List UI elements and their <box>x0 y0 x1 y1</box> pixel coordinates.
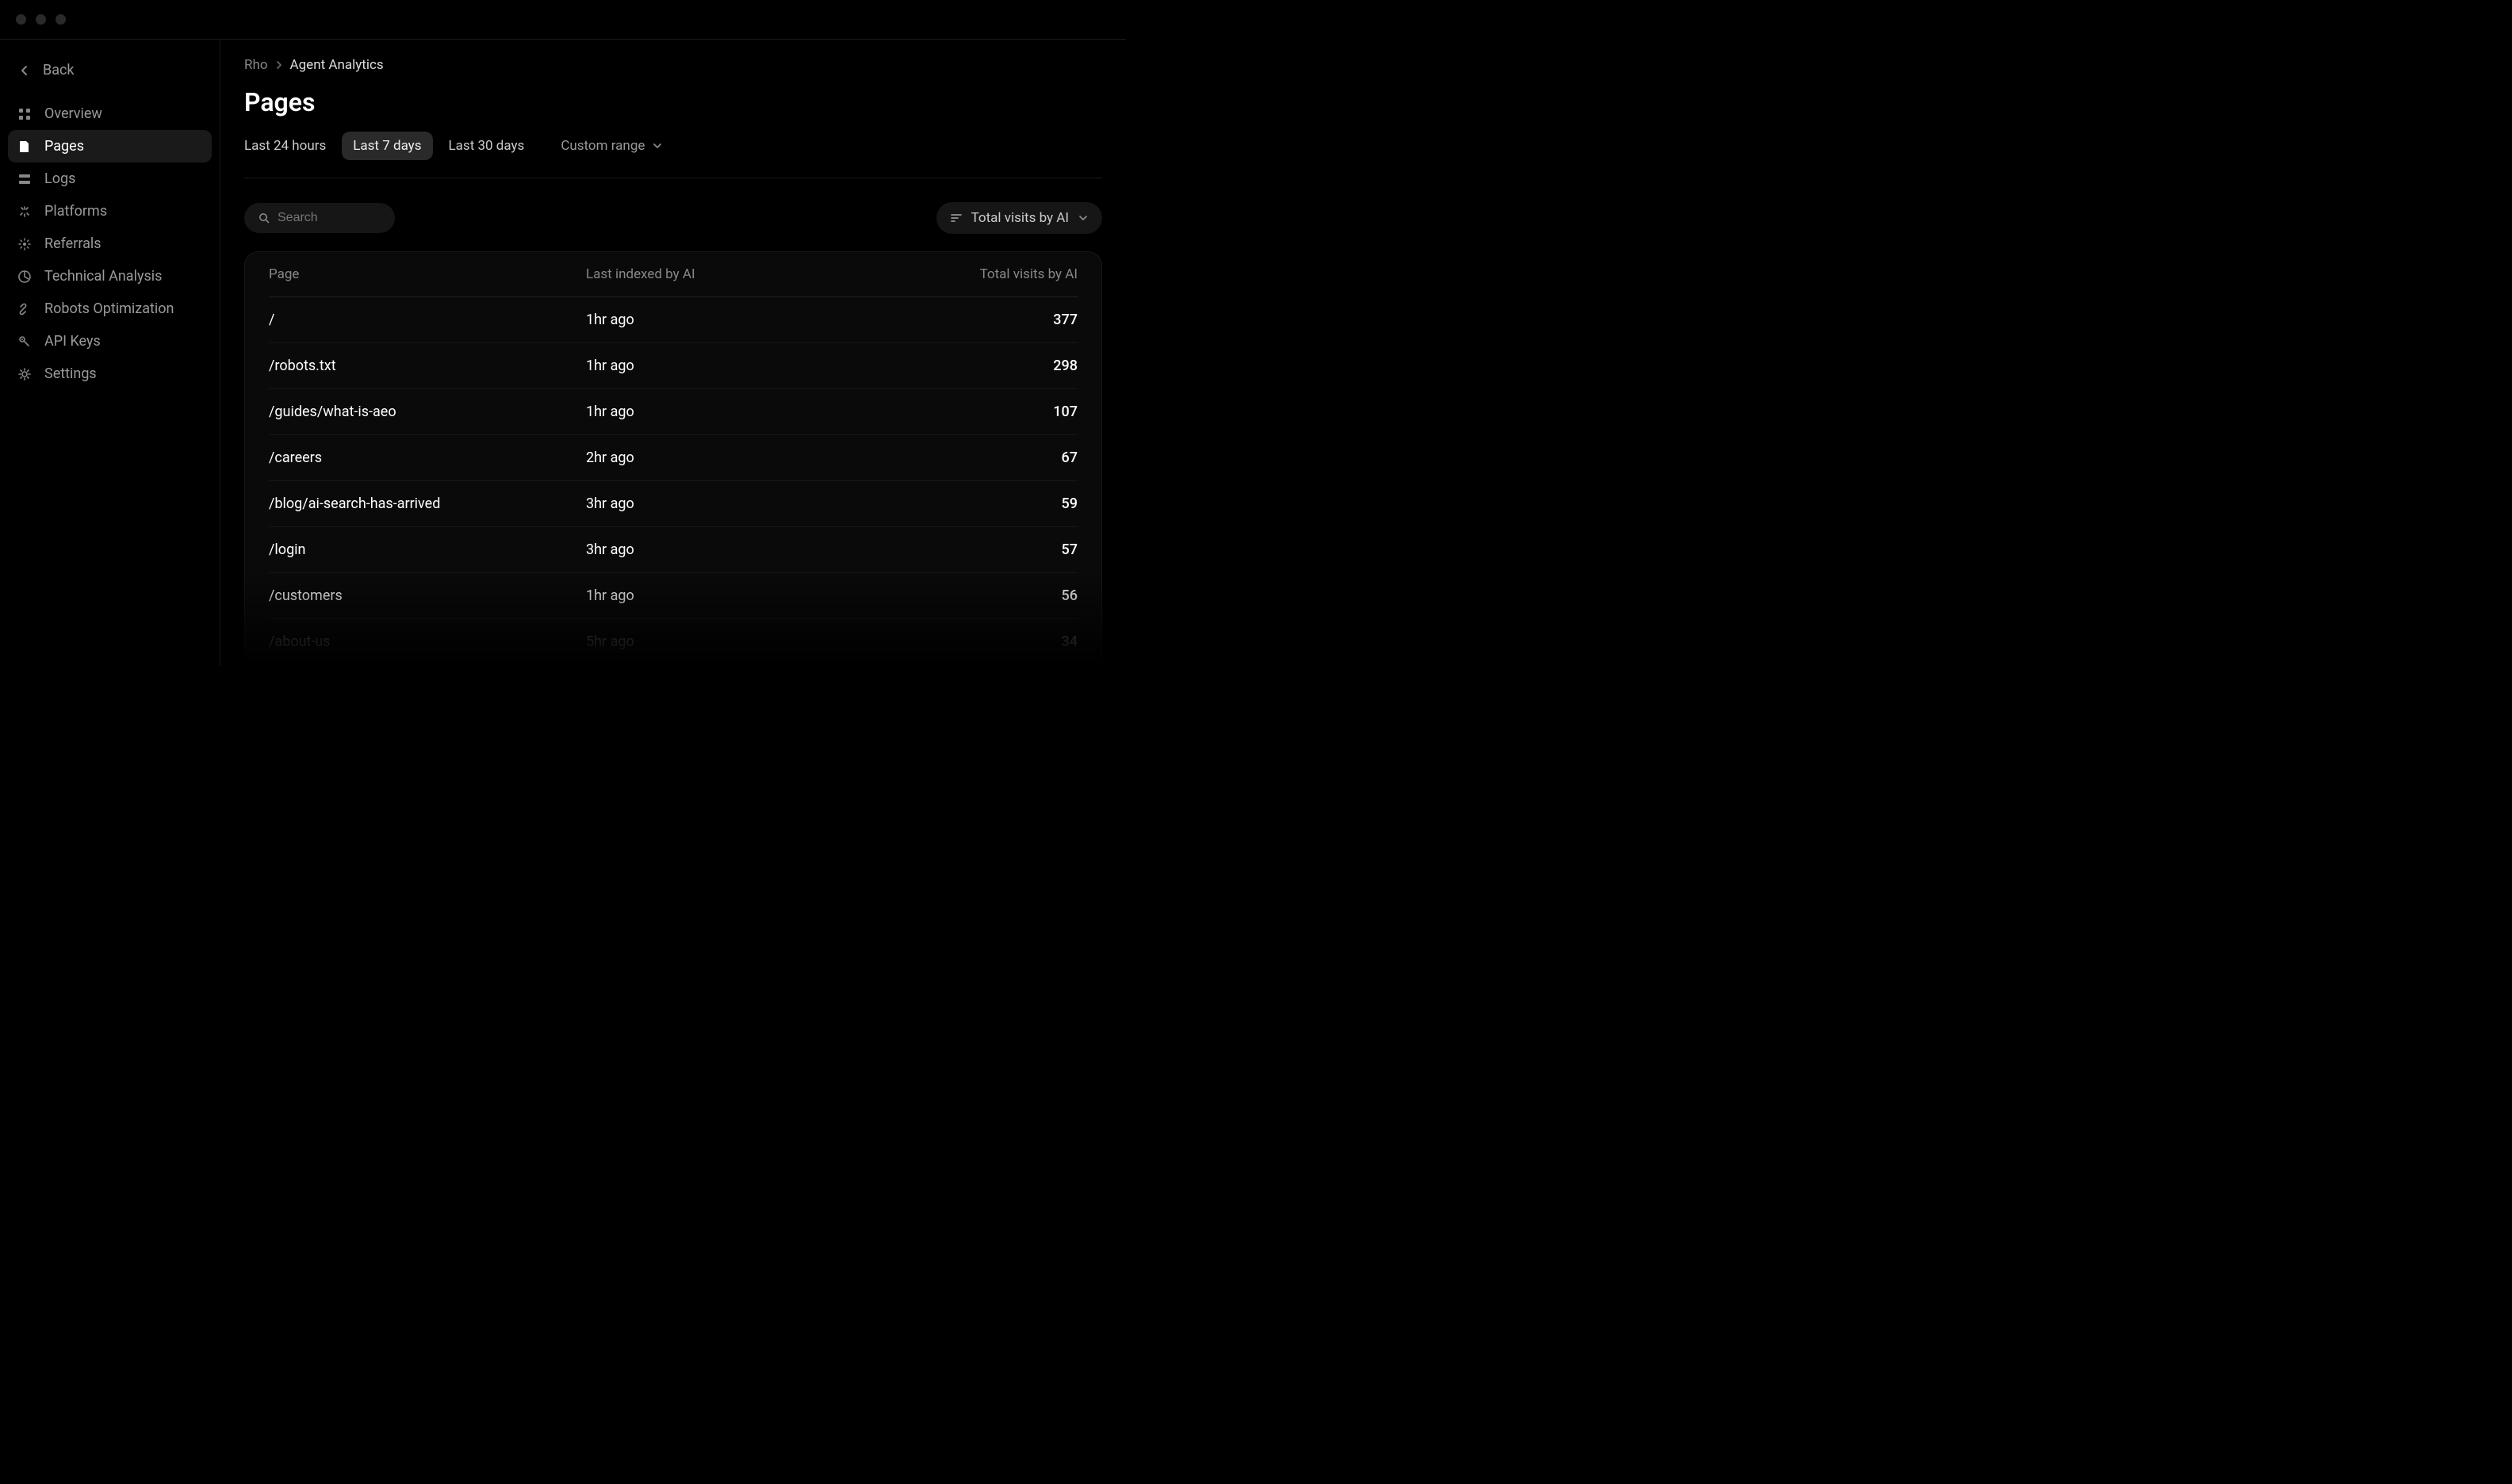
wrench-icon <box>17 302 32 316</box>
cell-page: / <box>269 312 586 328</box>
sidebar-item-robots-optimization[interactable]: Robots Optimization <box>8 293 212 325</box>
back-button[interactable]: Back <box>8 54 212 86</box>
burst-icon <box>17 237 32 251</box>
table-row[interactable]: /about-us5hr ago34 <box>269 619 1078 665</box>
chevron-left-icon <box>17 63 32 78</box>
search-input[interactable] <box>278 211 381 225</box>
traffic-close[interactable] <box>16 14 26 25</box>
cell-page: /careers <box>269 449 586 466</box>
server-icon <box>17 172 32 186</box>
cell-page: /login <box>269 541 586 558</box>
chart-icon <box>17 270 32 284</box>
sidebar-item-label: Technical Analysis <box>44 268 162 285</box>
cell-indexed: 1hr ago <box>586 358 903 374</box>
custom-range-button[interactable]: Custom range <box>550 132 673 160</box>
traffic-lights <box>16 14 66 25</box>
chevron-right-icon <box>276 60 282 70</box>
col-header-page: Page <box>269 266 586 282</box>
sidebar-item-label: Referrals <box>44 235 101 252</box>
breadcrumb-root[interactable]: Rho <box>244 57 268 73</box>
sidebar-item-api-keys[interactable]: API Keys <box>8 325 212 358</box>
table-row[interactable]: /robots.txt1hr ago298 <box>269 343 1078 389</box>
sidebar-item-platforms[interactable]: Platforms <box>8 195 212 228</box>
table-row[interactable]: /careers2hr ago67 <box>269 435 1078 481</box>
back-label: Back <box>43 62 75 78</box>
traffic-minimize[interactable] <box>36 14 46 25</box>
sidebar-item-technical-analysis[interactable]: Technical Analysis <box>8 260 212 293</box>
cell-visits: 34 <box>903 633 1078 650</box>
table-row[interactable]: /1hr ago377 <box>269 297 1078 343</box>
page-title: Pages <box>244 87 1102 117</box>
cell-visits: 67 <box>903 449 1078 466</box>
cell-page: /about-us <box>269 633 586 650</box>
breadcrumb: Rho Agent Analytics <box>244 57 1102 73</box>
sidebar-item-label: Pages <box>44 138 84 155</box>
sidebar-item-referrals[interactable]: Referrals <box>8 228 212 260</box>
sidebar-item-pages[interactable]: Pages <box>8 130 212 163</box>
cell-visits: 59 <box>903 495 1078 512</box>
sidebar-item-label: Logs <box>44 170 75 187</box>
cell-indexed: 3hr ago <box>586 541 903 558</box>
range-last-30-days[interactable]: Last 30 days <box>438 132 536 160</box>
search-box[interactable] <box>244 203 395 233</box>
range-last-24-hours[interactable]: Last 24 hours <box>244 132 337 160</box>
sparkles-icon <box>17 205 32 219</box>
table-row[interactable]: /login3hr ago57 <box>269 527 1078 573</box>
table-row[interactable]: /blog/ai-search-has-arrived3hr ago59 <box>269 481 1078 527</box>
key-icon <box>17 335 32 349</box>
col-header-indexed: Last indexed by AI <box>586 266 903 282</box>
sidebar: Back Overview Pages Logs Platforms Referrals… <box>0 40 220 666</box>
sort-icon <box>951 213 962 223</box>
sidebar-item-label: Platforms <box>44 203 107 220</box>
window-titlebar <box>0 0 1126 40</box>
table-row[interactable]: /privacy-policy5hr ago23 <box>269 665 1078 666</box>
range-last-7-days[interactable]: Last 7 days <box>342 132 432 160</box>
cell-page: /customers <box>269 587 586 604</box>
cell-indexed: 1hr ago <box>586 312 903 328</box>
toolbar: Total visits by AI <box>244 202 1102 234</box>
cell-page: /blog/ai-search-has-arrived <box>269 495 586 512</box>
sidebar-item-label: API Keys <box>44 333 101 350</box>
search-icon <box>258 212 270 224</box>
cell-visits: 298 <box>903 358 1078 374</box>
traffic-zoom[interactable] <box>56 14 66 25</box>
custom-range-label: Custom range <box>561 138 645 154</box>
cell-indexed: 5hr ago <box>586 633 903 650</box>
sidebar-item-settings[interactable]: Settings <box>8 358 212 390</box>
table-header: Page Last indexed by AI Total visits by … <box>269 252 1078 297</box>
cell-visits: 377 <box>903 312 1078 328</box>
sidebar-item-label: Settings <box>44 365 97 382</box>
time-range-tabs: Last 24 hoursLast 7 daysLast 30 days Cus… <box>244 132 1102 178</box>
cell-page: /robots.txt <box>269 358 586 374</box>
chevron-down-icon <box>653 143 662 149</box>
cell-page: /guides/what-is-aeo <box>269 404 586 420</box>
table-row[interactable]: /guides/what-is-aeo1hr ago107 <box>269 389 1078 435</box>
sidebar-item-overview[interactable]: Overview <box>8 98 212 130</box>
cell-visits: 56 <box>903 587 1078 604</box>
col-header-visits: Total visits by AI <box>903 266 1078 282</box>
grid-icon <box>17 107 32 121</box>
page-icon <box>17 140 32 154</box>
cell-visits: 107 <box>903 404 1078 420</box>
sidebar-item-label: Robots Optimization <box>44 300 174 317</box>
gear-icon <box>17 367 32 381</box>
breadcrumb-current: Agent Analytics <box>290 57 384 73</box>
cell-indexed: 1hr ago <box>586 404 903 420</box>
cell-visits: 57 <box>903 541 1078 558</box>
sort-label: Total visits by AI <box>971 210 1069 226</box>
pages-table: Page Last indexed by AI Total visits by … <box>244 251 1102 666</box>
cell-indexed: 1hr ago <box>586 587 903 604</box>
sort-dropdown[interactable]: Total visits by AI <box>936 202 1102 234</box>
cell-indexed: 3hr ago <box>586 495 903 512</box>
sidebar-item-label: Overview <box>44 105 102 122</box>
table-row[interactable]: /customers1hr ago56 <box>269 573 1078 619</box>
main-content: Rho Agent Analytics Pages Last 24 hoursL… <box>220 40 1126 666</box>
chevron-down-icon <box>1078 215 1088 221</box>
sidebar-item-logs[interactable]: Logs <box>8 163 212 195</box>
cell-indexed: 2hr ago <box>586 449 903 466</box>
